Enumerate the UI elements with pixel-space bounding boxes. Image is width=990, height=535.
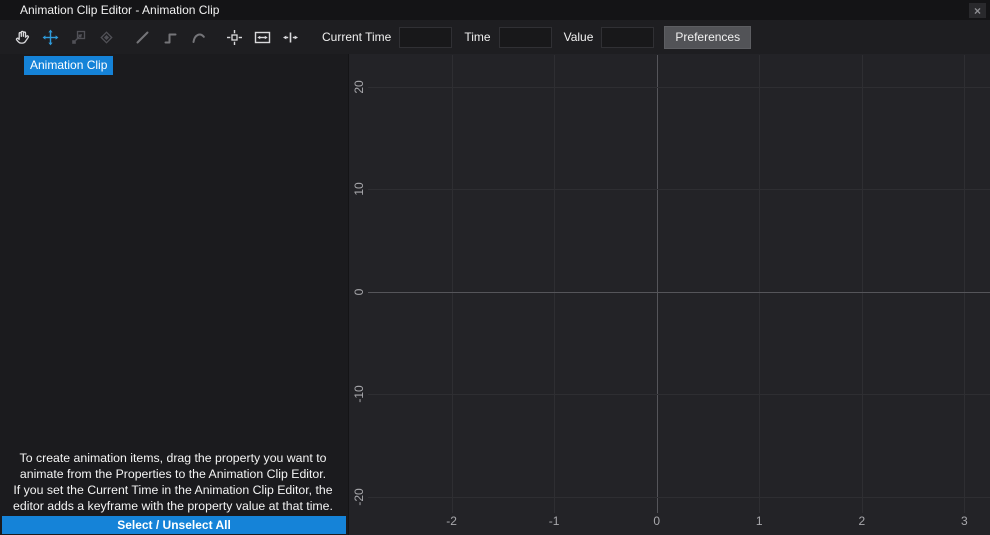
x-tick-label: 1	[756, 514, 763, 528]
pan-hand-button[interactable]	[8, 23, 36, 51]
current-time-input[interactable]	[399, 27, 452, 48]
toolbar: Current Time Time Value Preferences	[0, 20, 990, 54]
scale-keys-button[interactable]	[64, 23, 92, 51]
curve-graph[interactable]: -2-1012320100-10-20	[349, 54, 990, 535]
pan-hand-icon	[14, 29, 31, 46]
close-button[interactable]: ×	[969, 3, 986, 18]
x-tick-label: 3	[961, 514, 968, 528]
fit-horizontal-icon	[254, 29, 271, 46]
gridline-vertical	[554, 55, 555, 513]
x-tick-label: 2	[858, 514, 865, 528]
gridline-vertical	[862, 55, 863, 513]
y-tick-label: -20	[352, 488, 366, 505]
clip-tree-panel: Animation Clip To create animation items…	[0, 54, 349, 535]
linear-tangent-button[interactable]	[128, 23, 156, 51]
time-input[interactable]	[499, 27, 552, 48]
gridline-horizontal	[368, 497, 990, 498]
value-input[interactable]	[601, 27, 654, 48]
gridline-vertical	[452, 55, 453, 513]
center-view-button[interactable]	[220, 23, 248, 51]
pan-horizontal-button[interactable]	[276, 23, 304, 51]
add-keyframe-icon	[98, 29, 115, 46]
add-keyframe-button[interactable]	[92, 23, 120, 51]
stepped-tangent-button[interactable]	[156, 23, 184, 51]
pan-horizontal-icon	[282, 29, 299, 46]
animation-clip-item[interactable]: Animation Clip	[24, 56, 113, 75]
gridline-vertical	[759, 55, 760, 513]
value-label: Value	[564, 30, 594, 44]
help-line: editor adds a keyframe with the property…	[0, 498, 346, 514]
x-axis-line	[657, 55, 658, 513]
y-tick-label: 10	[352, 183, 366, 196]
smooth-tangent-button[interactable]	[184, 23, 212, 51]
y-tick-label: -10	[352, 386, 366, 403]
fit-horizontal-button[interactable]	[248, 23, 276, 51]
preferences-button[interactable]: Preferences	[664, 26, 751, 49]
move-keys-icon	[42, 29, 59, 46]
gridline-horizontal	[368, 189, 990, 190]
current-time-label: Current Time	[322, 30, 391, 44]
title-bar: Animation Clip Editor - Animation Clip ×	[0, 0, 990, 20]
y-tick-label: 20	[352, 80, 366, 93]
stepped-tangent-icon	[162, 29, 179, 46]
window-title: Animation Clip Editor - Animation Clip	[20, 3, 219, 17]
x-tick-label: -2	[446, 514, 457, 528]
help-text: To create animation items, drag the prop…	[0, 450, 346, 514]
select-unselect-all-button[interactable]: Select / Unselect All	[2, 516, 346, 534]
move-keys-button[interactable]	[36, 23, 64, 51]
center-view-icon	[226, 29, 243, 46]
y-axis-line	[368, 292, 990, 293]
gridline-horizontal	[368, 87, 990, 88]
help-line: animate from the Properties to the Anima…	[0, 466, 346, 482]
x-tick-label: 0	[653, 514, 660, 528]
help-line: If you set the Current Time in the Anima…	[0, 482, 346, 498]
gridline-horizontal	[368, 394, 990, 395]
x-tick-label: -1	[549, 514, 560, 528]
y-tick-label: 0	[352, 289, 366, 296]
linear-tangent-icon	[134, 29, 151, 46]
scale-keys-icon	[70, 29, 87, 46]
time-label: Time	[464, 30, 490, 44]
gridline-vertical	[964, 55, 965, 513]
help-line: To create animation items, drag the prop…	[0, 450, 346, 466]
smooth-tangent-icon	[190, 29, 207, 46]
